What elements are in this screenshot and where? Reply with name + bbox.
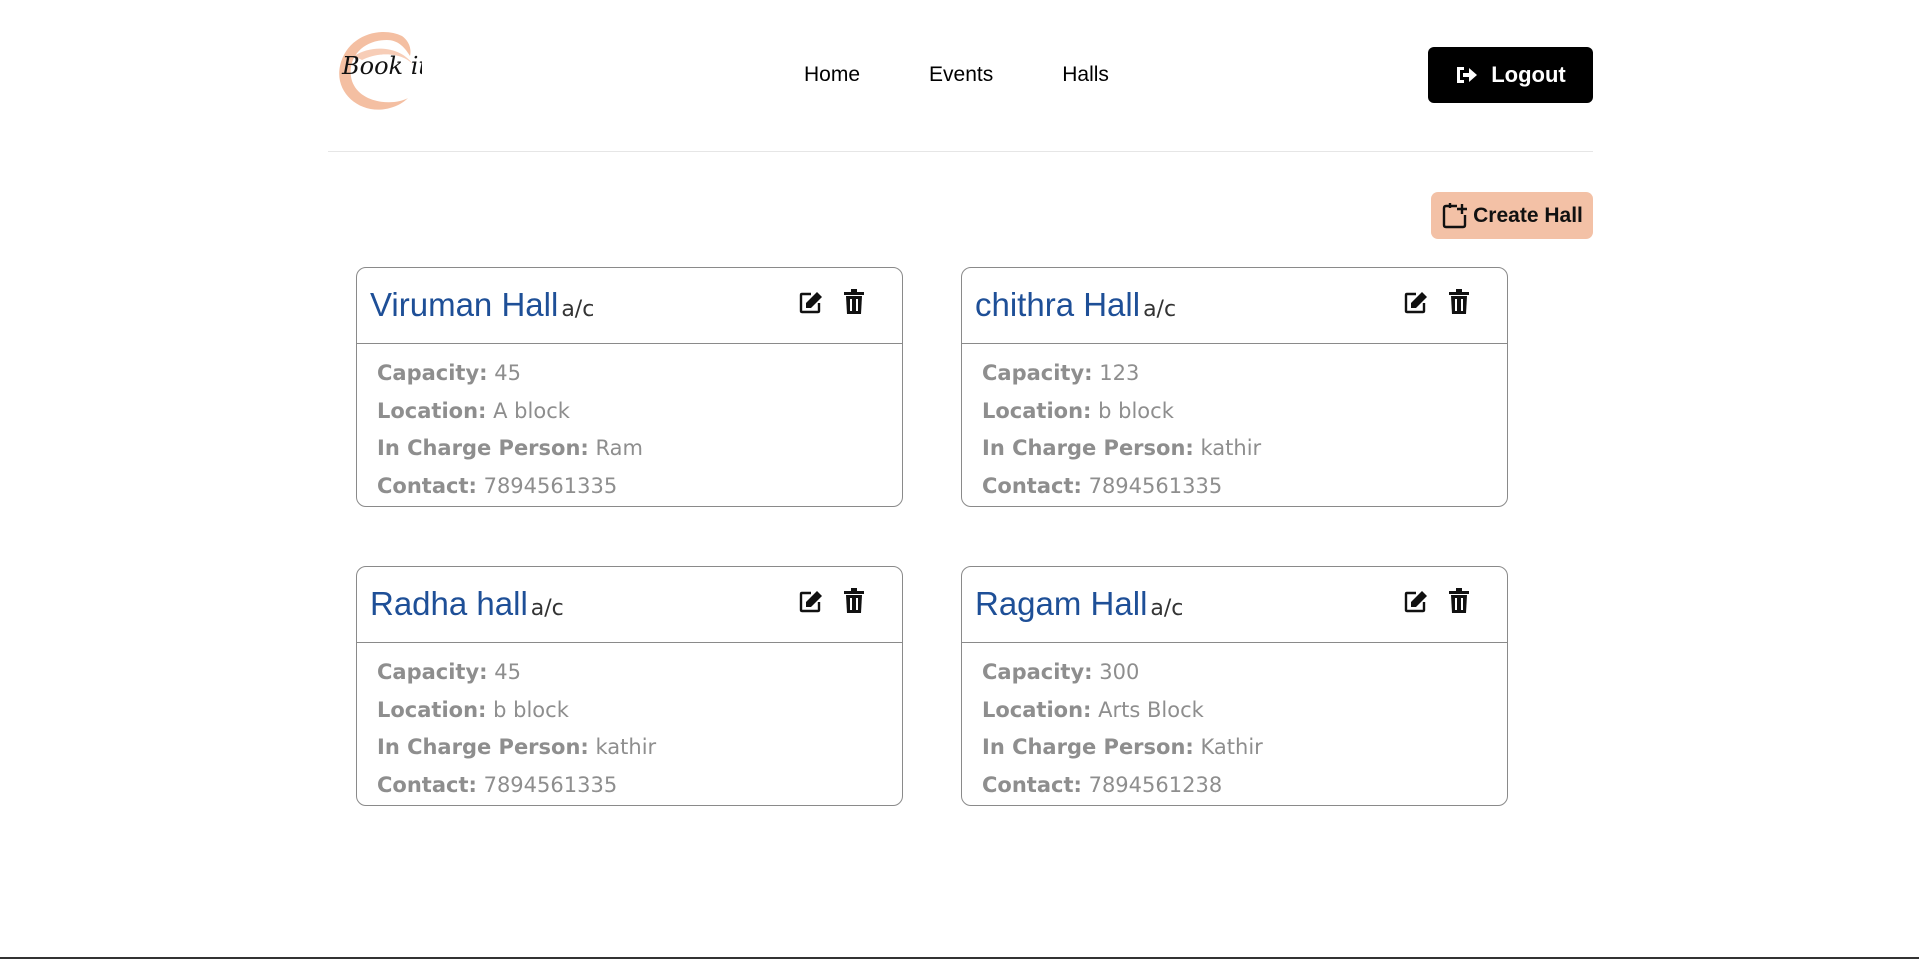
card-title: Radha hall a/c (370, 585, 564, 623)
main-nav: Home Events Halls (804, 62, 1178, 88)
contact-row: Contact: 7894561335 (377, 772, 618, 797)
edit-icon[interactable] (797, 586, 827, 616)
card-header: chithra Hall a/c (962, 268, 1507, 344)
nav-home[interactable]: Home (804, 62, 860, 88)
capacity-row: Capacity: 300 (982, 660, 1140, 684)
in-charge-row: In Charge Person: Ram (377, 436, 643, 460)
nav-events[interactable]: Events (929, 62, 993, 88)
logout-button[interactable]: Logout (1428, 47, 1593, 103)
hall-name: chithra Hall (975, 286, 1141, 323)
calendar-plus-icon (1442, 202, 1468, 228)
card-title: Ragam Hall a/c (975, 585, 1183, 623)
in-charge-row: In Charge Person: Kathir (982, 735, 1263, 759)
hall-card: chithra Hall a/c Capacity: 123 Location: … (961, 267, 1508, 507)
hall-card: Viruman Hall a/c Capacity: 45 Location: A… (356, 267, 903, 507)
card-header: Radha hall a/c (357, 567, 902, 643)
hall-card: Ragam Hall a/c Capacity: 300 Location: Ar… (961, 566, 1508, 806)
capacity-row: Capacity: 45 (377, 361, 521, 385)
capacity-row: Capacity: 45 (377, 660, 521, 684)
card-body: Capacity: 300 Location: Arts Block In Ch… (962, 643, 1507, 804)
contact-row: Contact: 7894561335 (982, 473, 1223, 498)
contact-row: Contact: 7894561238 (982, 772, 1223, 797)
sign-out-icon (1457, 67, 1478, 83)
location-row: Location: b block (377, 697, 569, 722)
location-row: Location: Arts Block (982, 697, 1204, 722)
hall-card: Radha hall a/c Capacity: 45 Location: b b… (356, 566, 903, 806)
location-row: Location: b block (982, 398, 1174, 423)
site-header: Book it Home Events Halls Logout (328, 0, 1593, 152)
card-header: Ragam Hall a/c (962, 567, 1507, 643)
hall-name: Ragam Hall (975, 585, 1148, 622)
hall-name: Viruman Hall (370, 286, 559, 323)
card-title: Viruman Hall a/c (370, 286, 594, 324)
card-title: chithra Hall a/c (975, 286, 1176, 324)
edit-icon[interactable] (1402, 287, 1432, 317)
card-body: Capacity: 45 Location: b block In Charge… (357, 643, 902, 804)
location-row: Location: A block (377, 398, 570, 423)
hall-type: a/c (1143, 297, 1177, 322)
trash-icon[interactable] (1444, 586, 1474, 616)
create-hall-button[interactable]: Create Hall (1431, 192, 1593, 239)
create-hall-label: Create Hall (1473, 203, 1583, 227)
trash-icon[interactable] (1444, 287, 1474, 317)
edit-icon[interactable] (797, 287, 827, 317)
card-body: Capacity: 123 Location: b block In Charg… (962, 344, 1507, 505)
hall-type: a/c (530, 596, 564, 621)
in-charge-row: In Charge Person: kathir (982, 436, 1262, 460)
hall-name: Radha hall (370, 585, 528, 622)
card-body: Capacity: 45 Location: A block In Charge… (357, 344, 902, 505)
in-charge-row: In Charge Person: kathir (377, 735, 657, 759)
contact-row: Contact: 7894561335 (377, 473, 618, 498)
book-it-logo[interactable]: Book it (332, 26, 428, 116)
card-header: Viruman Hall a/c (357, 268, 902, 344)
hall-type: a/c (1150, 596, 1184, 621)
trash-icon[interactable] (839, 586, 869, 616)
logout-label: Logout (1491, 62, 1566, 87)
logo-text: Book it (341, 52, 422, 80)
capacity-row: Capacity: 123 (982, 361, 1140, 385)
edit-icon[interactable] (1402, 586, 1432, 616)
trash-icon[interactable] (839, 287, 869, 317)
nav-halls[interactable]: Halls (1062, 62, 1109, 88)
hall-type: a/c (561, 297, 595, 322)
